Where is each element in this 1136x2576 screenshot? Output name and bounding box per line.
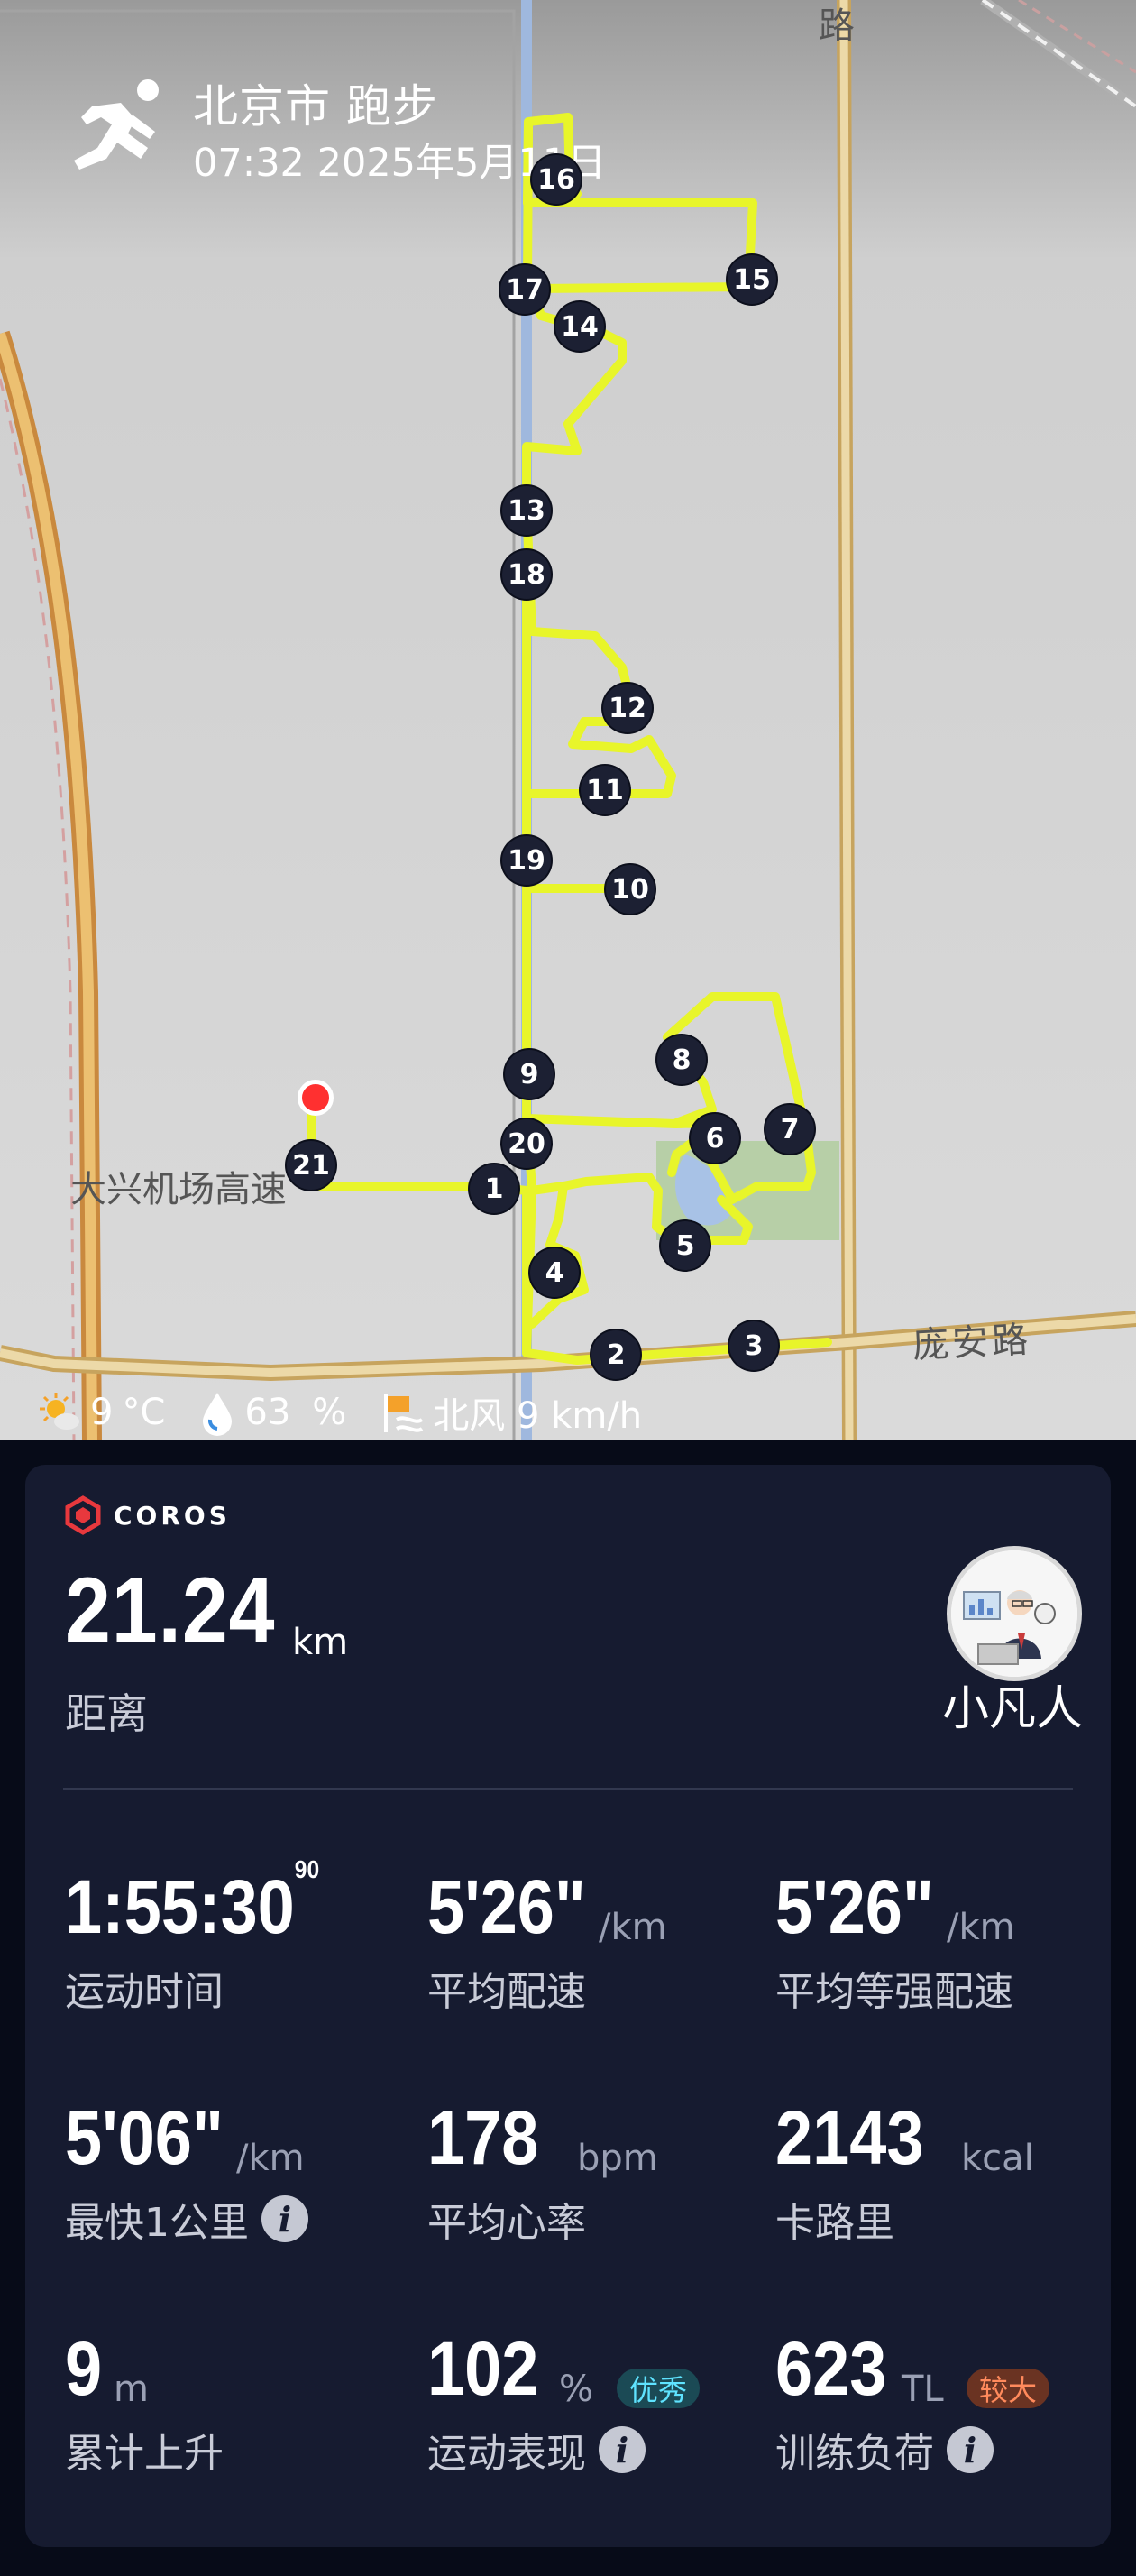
stat-avg-pace-value: 5'26" bbox=[427, 1864, 586, 1949]
info-icon[interactable]: i bbox=[947, 2426, 994, 2473]
temperature: 9 °C bbox=[36, 1389, 165, 1436]
stat-performance-value: 102 bbox=[427, 2326, 539, 2411]
info-icon[interactable]: i bbox=[261, 2195, 308, 2242]
avatar-illustration bbox=[951, 1550, 1077, 1677]
route-map[interactable]: 北京市 跑步 07:32 2025年5月11日 路 庞安路 大兴机场高速 123… bbox=[0, 0, 1136, 1440]
stat-fastest-km-value: 5'06" bbox=[65, 2095, 224, 2180]
stat-elevation-value: 9 bbox=[65, 2326, 103, 2411]
stat-performance-label-row: 运动表现 i bbox=[427, 2421, 646, 2479]
duration-fraction: 90 bbox=[294, 1855, 320, 1883]
km-marker[interactable]: 7 bbox=[765, 1105, 814, 1154]
stat-avg-hr-label: 平均心率 bbox=[427, 2200, 586, 2246]
km-marker[interactable]: 16 bbox=[532, 155, 581, 204]
km-marker[interactable]: 4 bbox=[530, 1248, 579, 1297]
stat-fastest-km-label-row: 最快1公里 i bbox=[65, 2190, 308, 2248]
stat-elevation-label: 累计上升 bbox=[65, 2431, 224, 2477]
map-base bbox=[0, 0, 1136, 1440]
stat-training-load-label: 训练负荷 bbox=[775, 2431, 934, 2477]
stat-duration-value: 1:55:3090 bbox=[65, 1857, 319, 1946]
stat-fastest-km-label: 最快1公里 bbox=[65, 2200, 249, 2246]
humidity: 63 % bbox=[197, 1389, 346, 1436]
km-marker[interactable]: 10 bbox=[606, 865, 655, 914]
distance-label: 距离 bbox=[65, 1689, 148, 1738]
road-label-pangan: 庞安路 bbox=[912, 1319, 1033, 1367]
km-marker[interactable]: 8 bbox=[657, 1035, 706, 1084]
activity-title: 北京市 跑步 bbox=[193, 80, 438, 133]
stat-duration-label: 运动时间 bbox=[65, 1969, 224, 2015]
coros-logo-icon bbox=[65, 1495, 101, 1535]
humidity-unit: % bbox=[312, 1392, 347, 1433]
username: 小凡人 bbox=[941, 1682, 1083, 1736]
temperature-unit: °C bbox=[122, 1392, 166, 1433]
stat-elevation-unit: m bbox=[114, 2369, 149, 2410]
km-marker[interactable]: 5 bbox=[661, 1221, 710, 1270]
km-marker[interactable]: 9 bbox=[505, 1050, 554, 1099]
distance-unit: km bbox=[292, 1622, 349, 1663]
water-drop-icon bbox=[203, 1393, 233, 1436]
weather-bar: 9 °C 63 % 北风 9 km/h bbox=[36, 1385, 674, 1440]
distance-value: 21.24 bbox=[65, 1559, 276, 1663]
stat-avg-grade-pace-unit: /km bbox=[947, 1907, 1015, 1948]
km-marker[interactable]: 6 bbox=[691, 1114, 739, 1163]
km-marker[interactable]: 3 bbox=[729, 1321, 778, 1370]
temperature-value: 9 bbox=[90, 1392, 114, 1433]
km-marker[interactable]: 2 bbox=[591, 1330, 640, 1379]
km-marker[interactable]: 17 bbox=[500, 265, 549, 314]
stat-training-load-value: 623 bbox=[775, 2326, 887, 2411]
stat-fastest-km-unit: /km bbox=[236, 2138, 305, 2179]
km-marker[interactable]: 1 bbox=[470, 1164, 518, 1213]
road-label-daxing: 大兴机场高速 bbox=[70, 1165, 287, 1214]
stat-avg-pace-label: 平均配速 bbox=[427, 1969, 586, 2015]
wind-value: 北风 9 km/h bbox=[433, 1395, 643, 1437]
km-marker[interactable]: 12 bbox=[603, 684, 652, 732]
stat-avg-grade-pace-label: 平均等强配速 bbox=[775, 1969, 1013, 2015]
brand-name: COROS bbox=[114, 1500, 231, 1531]
card-divider bbox=[63, 1788, 1073, 1790]
route-end-marker[interactable] bbox=[298, 1080, 334, 1116]
km-marker[interactable]: 20 bbox=[502, 1119, 551, 1168]
stat-performance-unit: % bbox=[559, 2369, 594, 2410]
stat-calories-unit: kcal bbox=[961, 2138, 1034, 2179]
humidity-value: 63 bbox=[244, 1392, 291, 1433]
km-marker[interactable]: 21 bbox=[287, 1141, 335, 1190]
km-marker[interactable]: 14 bbox=[555, 302, 604, 351]
stat-avg-hr-value: 178 bbox=[427, 2095, 539, 2180]
avatar[interactable] bbox=[947, 1546, 1082, 1681]
sun-cloud-icon bbox=[40, 1393, 79, 1430]
stat-training-load-label-row: 训练负荷 i bbox=[775, 2421, 994, 2479]
wind: 北风 9 km/h bbox=[379, 1386, 642, 1439]
summary-card: COROS 21.24 km 距离 小凡人 1:55:3090 运动时间 5'2… bbox=[25, 1465, 1111, 2547]
stat-avg-hr-unit: bpm bbox=[577, 2138, 658, 2179]
brand-logo: COROS bbox=[63, 1495, 231, 1535]
duration-main: 1:55:30 bbox=[65, 1864, 295, 1949]
km-marker[interactable]: 18 bbox=[502, 550, 551, 599]
stat-performance-label: 运动表现 bbox=[427, 2431, 586, 2477]
info-icon[interactable]: i bbox=[599, 2426, 646, 2473]
wind-flag-icon bbox=[384, 1394, 424, 1432]
stat-calories-value: 2143 bbox=[775, 2095, 924, 2180]
km-marker[interactable]: 13 bbox=[502, 486, 551, 535]
stat-avg-pace-unit: /km bbox=[599, 1907, 667, 1948]
stat-calories-label: 卡路里 bbox=[775, 2200, 894, 2246]
road-label-top: 路 bbox=[819, 5, 855, 47]
stat-training-load-unit: TL bbox=[902, 2369, 944, 2410]
running-person-icon bbox=[74, 79, 159, 170]
km-marker[interactable]: 19 bbox=[502, 836, 551, 885]
km-marker[interactable]: 11 bbox=[581, 766, 629, 814]
performance-badge: 优秀 bbox=[617, 2369, 701, 2408]
training-load-badge: 较大 bbox=[967, 2369, 1050, 2408]
stat-avg-grade-pace-value: 5'26" bbox=[775, 1864, 934, 1949]
km-marker[interactable]: 15 bbox=[728, 255, 776, 304]
